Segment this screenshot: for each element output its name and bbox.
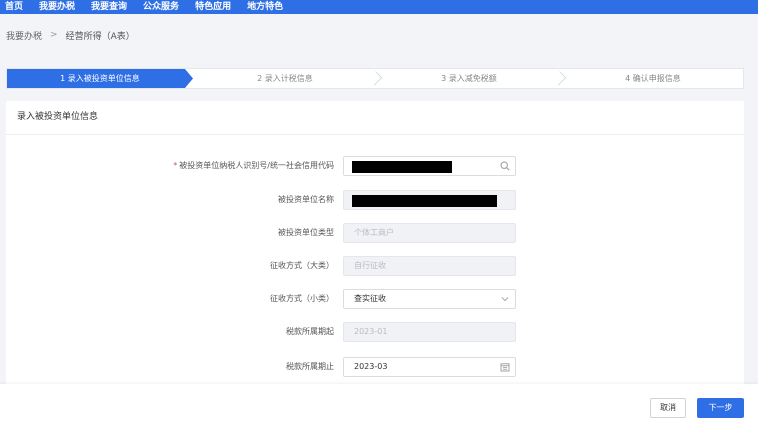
redacted-value bbox=[352, 195, 497, 207]
breadcrumb-current: 经营所得（A表） bbox=[65, 31, 135, 42]
footer-bar: 取消 下一步 bbox=[0, 384, 758, 431]
panel-title: 录入被投资单位信息 bbox=[6, 101, 744, 135]
form-row-unit-name: 被投资单位名称 bbox=[6, 190, 744, 210]
form-panel: 录入被投资单位信息 * 被投资单位纳税人识别号/统一社会信用代码 被投资单位名称 … bbox=[6, 101, 744, 391]
form-row-period-start: 税款所属期起 2023-01 bbox=[6, 322, 744, 342]
step-progress: 1 录入被投资单位信息 2 录入计税信息 3 录入减免税额 4 确认申报信息 bbox=[6, 68, 744, 89]
credit-code-input[interactable] bbox=[343, 156, 516, 176]
levy-minor-label: 征收方式（小类） bbox=[270, 294, 334, 303]
step-1: 1 录入被投资单位信息 bbox=[60, 74, 140, 83]
period-end-value: 2023-03 bbox=[354, 362, 388, 371]
breadcrumb-separator: > bbox=[50, 30, 58, 40]
nav-home[interactable]: 首页 bbox=[5, 0, 23, 14]
levy-major-field: 自行征收 bbox=[343, 256, 516, 276]
nav-public-service[interactable]: 公众服务 bbox=[143, 0, 179, 14]
levy-minor-value: 查实征收 bbox=[354, 294, 386, 303]
period-start-field: 2023-01 bbox=[343, 322, 516, 342]
chevron-down-icon bbox=[501, 297, 509, 302]
nav-local-features[interactable]: 地方特色 bbox=[247, 0, 283, 14]
period-end-label: 税款所属期止 bbox=[286, 362, 334, 371]
form-row-unit-type: 被投资单位类型 个体工商户 bbox=[6, 223, 744, 243]
form-row-levy-minor: 征收方式（小类） 查实征收 bbox=[6, 289, 744, 309]
step-4: 4 确认申报信息 bbox=[625, 74, 681, 83]
form-row-levy-major: 征收方式（大类） 自行征收 bbox=[6, 256, 744, 276]
period-start-label: 税款所属期起 bbox=[286, 327, 334, 336]
unit-type-field: 个体工商户 bbox=[343, 223, 516, 243]
nav-special-apps[interactable]: 特色应用 bbox=[195, 0, 231, 14]
levy-minor-select[interactable]: 查实征收 bbox=[343, 289, 516, 309]
next-step-button[interactable]: 下一步 bbox=[697, 398, 744, 418]
form-row-period-end: 税款所属期止 2023-03 bbox=[6, 357, 744, 377]
redacted-value bbox=[352, 161, 452, 173]
nav-tax-handling[interactable]: 我要办税 bbox=[39, 0, 75, 14]
levy-major-label: 征收方式（大类） bbox=[270, 261, 334, 270]
step-3: 3 录入减免税额 bbox=[441, 74, 497, 83]
calendar-icon[interactable] bbox=[500, 362, 510, 372]
credit-code-label: * 被投资单位纳税人识别号/统一社会信用代码 bbox=[173, 161, 334, 170]
unit-type-label: 被投资单位类型 bbox=[278, 228, 334, 237]
unit-name-field bbox=[343, 190, 516, 210]
breadcrumb: 我要办税 > 经营所得（A表） bbox=[0, 14, 758, 56]
top-navigation: 首页 我要办税 我要查询 公众服务 特色应用 地方特色 bbox=[0, 0, 758, 14]
required-mark: * bbox=[173, 161, 178, 170]
unit-name-label: 被投资单位名称 bbox=[278, 195, 334, 204]
search-icon[interactable] bbox=[500, 161, 510, 171]
period-end-datepicker[interactable]: 2023-03 bbox=[343, 357, 516, 377]
form-row-credit-code: * 被投资单位纳税人识别号/统一社会信用代码 bbox=[6, 156, 744, 176]
cancel-button[interactable]: 取消 bbox=[650, 398, 686, 418]
nav-query[interactable]: 我要查询 bbox=[91, 0, 127, 14]
breadcrumb-root[interactable]: 我要办税 bbox=[6, 29, 42, 42]
step-2: 2 录入计税信息 bbox=[257, 74, 313, 83]
